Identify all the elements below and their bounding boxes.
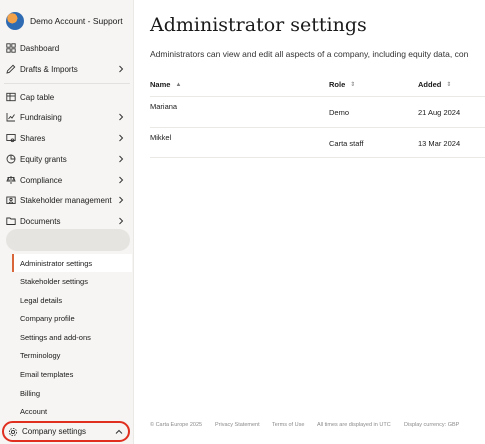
cell-role: Demo [329,108,350,117]
settings-item-administrator[interactable]: Administrator settings [12,254,132,272]
sidebar: Demo Account - Support Dashboard Drafts … [0,0,134,444]
chevron-right-icon [119,113,124,121]
nav-item-dashboard[interactable]: Dashboard [0,38,134,58]
page-description: Administrators can view and edit all asp… [150,49,469,59]
table-divider [150,157,485,158]
cell-name: Mikkel [150,133,172,142]
account-switcher[interactable]: Demo Account - Support [6,10,123,32]
chevron-up-icon [115,429,123,434]
nav-item-drafts[interactable]: Drafts & Imports [0,59,134,79]
settings-item-label: Stakeholder settings [20,276,88,286]
chevron-right-icon [119,217,124,225]
pie-icon [6,154,16,164]
footer-privacy-link[interactable]: Privacy Statement [215,422,260,428]
account-name: Demo Account - Support [30,16,123,26]
settings-item-label: Account [20,406,48,416]
cell-added: 13 Mar 2024 [418,139,461,148]
settings-item-label: Email templates [20,369,74,379]
nav-label: Cap table [20,92,55,102]
sort-ascending-icon: ▲ [175,81,182,88]
divider [4,83,130,84]
company-avatar [6,12,24,30]
nav-label: Equity grants [20,154,67,164]
footer-utc-note: All times are displayed in UTC [317,422,391,428]
scale-icon [6,175,16,185]
footer-terms-link[interactable]: Terms of Use [272,422,304,428]
gear-icon [8,427,18,437]
settings-item-account[interactable]: Account [12,402,132,420]
loading-placeholder [6,229,130,251]
settings-item-label: Terminology [20,350,61,360]
settings-item-terminology[interactable]: Terminology [12,346,132,364]
company-settings-label: Company settings [22,427,87,436]
nav-label: Drafts & Imports [20,64,78,74]
chevron-right-icon [119,134,124,142]
nav-item-stakeholder-management[interactable]: Stakeholder management [0,190,134,210]
nav-label: Shares [20,133,46,143]
settings-item-billing[interactable]: Billing [12,384,132,402]
cell-name: Mariana [150,102,178,111]
nav-item-documents[interactable]: Documents [0,211,134,231]
cell-added: 21 Aug 2024 [418,108,461,117]
nav-label: Stakeholder management [20,195,112,205]
column-header-added[interactable]: Added ⇕ [418,80,451,89]
settings-item-legal[interactable]: Legal details [12,291,132,309]
chevron-right-icon [119,176,124,184]
settings-item-addons[interactable]: Settings and add-ons [12,328,132,346]
column-header-role[interactable]: Role ⇕ [329,80,355,89]
cell-role: Carta staff [329,139,364,148]
settings-item-label: Settings and add-ons [20,332,91,342]
settings-item-email-templates[interactable]: Email templates [12,365,132,383]
settings-item-company-profile[interactable]: Company profile [12,309,132,327]
nav-item-shares[interactable]: Shares [0,128,134,148]
column-header-label: Name [150,80,171,89]
page-title: Administrator settings [150,14,367,36]
share-certificate-icon [6,133,16,143]
table-divider [150,127,485,128]
column-header-name[interactable]: Name ▲ [150,80,181,89]
column-header-label: Role [329,80,346,89]
table-divider [150,96,485,97]
folder-icon [6,216,16,226]
column-header-label: Added [418,80,442,89]
grid-icon [6,43,16,53]
nav-item-equity-grants[interactable]: Equity grants [0,149,134,169]
settings-item-label: Administrator settings [20,258,93,268]
footer-currency[interactable]: Display currency: GBP [404,422,459,428]
chart-icon [6,112,16,122]
settings-item-label: Company profile [20,313,75,323]
footer-copyright: © Carta Europe 2025 [150,422,203,428]
nav-label: Compliance [20,175,63,185]
nav-label: Fundraising [20,112,62,122]
chevron-right-icon [119,65,124,73]
chevron-right-icon [119,155,124,163]
table-icon [6,92,16,102]
pencil-icon [6,64,16,74]
people-icon [6,195,16,205]
main-content: Administrator settings Administrators ca… [134,0,485,444]
settings-item-stakeholder[interactable]: Stakeholder settings [12,272,132,290]
chevron-right-icon [119,196,124,204]
nav-item-compliance[interactable]: Compliance [0,170,134,190]
sort-icon: ⇕ [350,82,356,88]
nav-label: Documents [20,216,61,226]
company-settings-toggle[interactable]: Company settings [2,421,130,442]
settings-item-label: Legal details [20,295,63,305]
nav-item-fundraising[interactable]: Fundraising [0,107,134,127]
settings-item-label: Billing [20,388,41,398]
nav-item-cap-table[interactable]: Cap table [0,87,134,107]
nav-label: Dashboard [20,43,60,53]
sort-icon: ⇕ [446,82,452,88]
